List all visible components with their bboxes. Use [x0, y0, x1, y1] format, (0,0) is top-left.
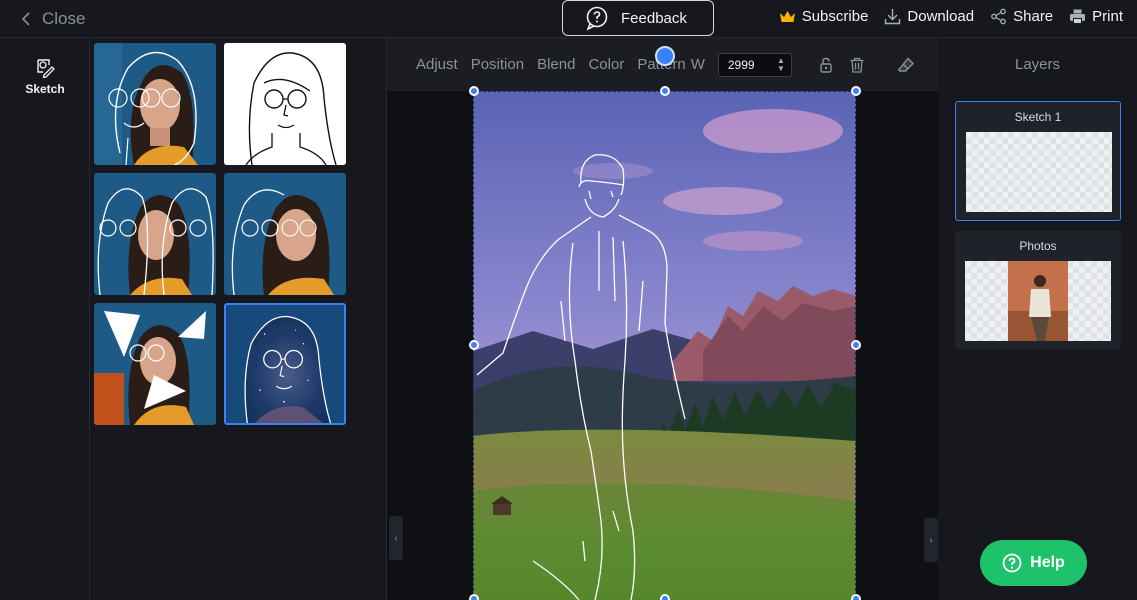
person-photo-thumbnail — [1008, 261, 1068, 341]
sketch-preview-shape-cutout — [94, 303, 216, 425]
printer-icon — [1070, 9, 1086, 24]
landscape-with-sketch-image — [473, 91, 856, 600]
sketch-style-thumbnail[interactable] — [224, 173, 346, 295]
sketch-style-panel — [90, 38, 387, 600]
tool-rail: Sketch — [0, 38, 90, 600]
layer-name: Sketch 1 — [1014, 110, 1062, 124]
resize-handle-bottom-right[interactable] — [851, 594, 861, 600]
download-button[interactable]: Download — [884, 8, 974, 25]
print-button[interactable]: Print — [1069, 8, 1123, 25]
resize-handle-top-right[interactable] — [851, 86, 861, 96]
width-value: 2999 — [727, 57, 755, 72]
sketch-icon — [37, 59, 55, 78]
tab-color[interactable]: Color — [588, 56, 624, 73]
canvas-area: Adjust Position Blend Color Pattern W 29… — [387, 38, 938, 600]
share-label: Share — [1013, 8, 1054, 25]
rail-item-sketch[interactable]: Sketch — [0, 56, 90, 96]
tab-adjust[interactable]: Adjust — [416, 56, 458, 73]
subscribe-label: Subscribe — [801, 8, 869, 25]
tab-blend[interactable]: Blend — [537, 56, 575, 73]
rail-sketch-label: Sketch — [25, 82, 65, 96]
lock-icon[interactable] — [817, 56, 835, 74]
sketch-style-thumbnail-selected[interactable] — [224, 303, 346, 425]
crown-icon — [779, 11, 795, 22]
canvas-photo[interactable] — [473, 91, 856, 600]
sketch-style-thumbnail[interactable] — [94, 173, 216, 295]
layer-thumbnail-transparent — [966, 132, 1112, 212]
help-button[interactable]: Help — [980, 540, 1087, 586]
tab-position[interactable]: Position — [471, 56, 524, 73]
resize-handle-top-left[interactable] — [469, 86, 479, 96]
top-bar: Close Feedback Subscribe Download Share … — [0, 0, 1137, 38]
collapse-right-panel-button[interactable]: › — [924, 518, 938, 562]
sketch-style-thumbnail[interactable] — [94, 43, 216, 165]
width-input[interactable]: 2999 ▲ ▼ — [717, 52, 792, 77]
close-label: Close — [42, 9, 86, 28]
download-label: Download — [907, 8, 975, 25]
feedback-button[interactable]: Feedback — [562, 0, 714, 36]
close-button[interactable]: Close — [20, 9, 85, 29]
sketch-preview-galaxy — [226, 305, 344, 423]
download-icon — [885, 9, 901, 25]
sketch-style-thumbnail[interactable] — [224, 43, 346, 165]
trash-icon[interactable] — [848, 56, 866, 74]
sketch-preview-half-sketch — [224, 173, 346, 295]
subscribe-button[interactable]: Subscribe — [779, 8, 869, 25]
share-icon — [991, 8, 1006, 25]
layer-name: Photos — [1019, 239, 1057, 253]
chevron-right-icon: › — [929, 534, 933, 546]
feedback-icon — [586, 6, 608, 31]
resize-handle-left[interactable] — [469, 340, 479, 350]
sketch-style-thumbnail[interactable] — [94, 303, 216, 425]
chevron-left-icon — [21, 12, 30, 26]
resize-handle-bottom[interactable] — [660, 594, 670, 600]
resize-handle-top[interactable] — [660, 86, 670, 96]
layer-item-photos[interactable]: Photos — [955, 231, 1121, 349]
question-icon — [1002, 553, 1022, 573]
resize-handle-right[interactable] — [851, 340, 861, 350]
layers-panel: Layers Sketch 1 Photos — [938, 38, 1137, 600]
collapse-left-panel-button[interactable]: ‹ — [389, 516, 403, 560]
width-label: W — [690, 56, 705, 73]
help-label: Help — [1030, 554, 1065, 571]
print-label: Print — [1092, 8, 1123, 25]
share-button[interactable]: Share — [990, 8, 1053, 25]
resize-handle-bottom-left[interactable] — [469, 594, 479, 600]
chevron-left-icon: ‹ — [394, 532, 398, 544]
eraser-icon[interactable] — [897, 56, 915, 74]
sketch-preview-line-art — [224, 43, 346, 165]
stepper-arrows-icon[interactable]: ▲ ▼ — [777, 56, 785, 73]
layer-thumbnail-photo — [965, 261, 1111, 341]
layers-title: Layers — [1014, 56, 1061, 73]
layer-item-sketch[interactable]: Sketch 1 — [955, 101, 1121, 221]
sketch-preview-outline-overlay — [94, 43, 216, 165]
sketch-preview-double-exposure — [94, 173, 216, 295]
rotate-handle-icon[interactable] — [655, 46, 675, 66]
feedback-label: Feedback — [621, 9, 687, 27]
